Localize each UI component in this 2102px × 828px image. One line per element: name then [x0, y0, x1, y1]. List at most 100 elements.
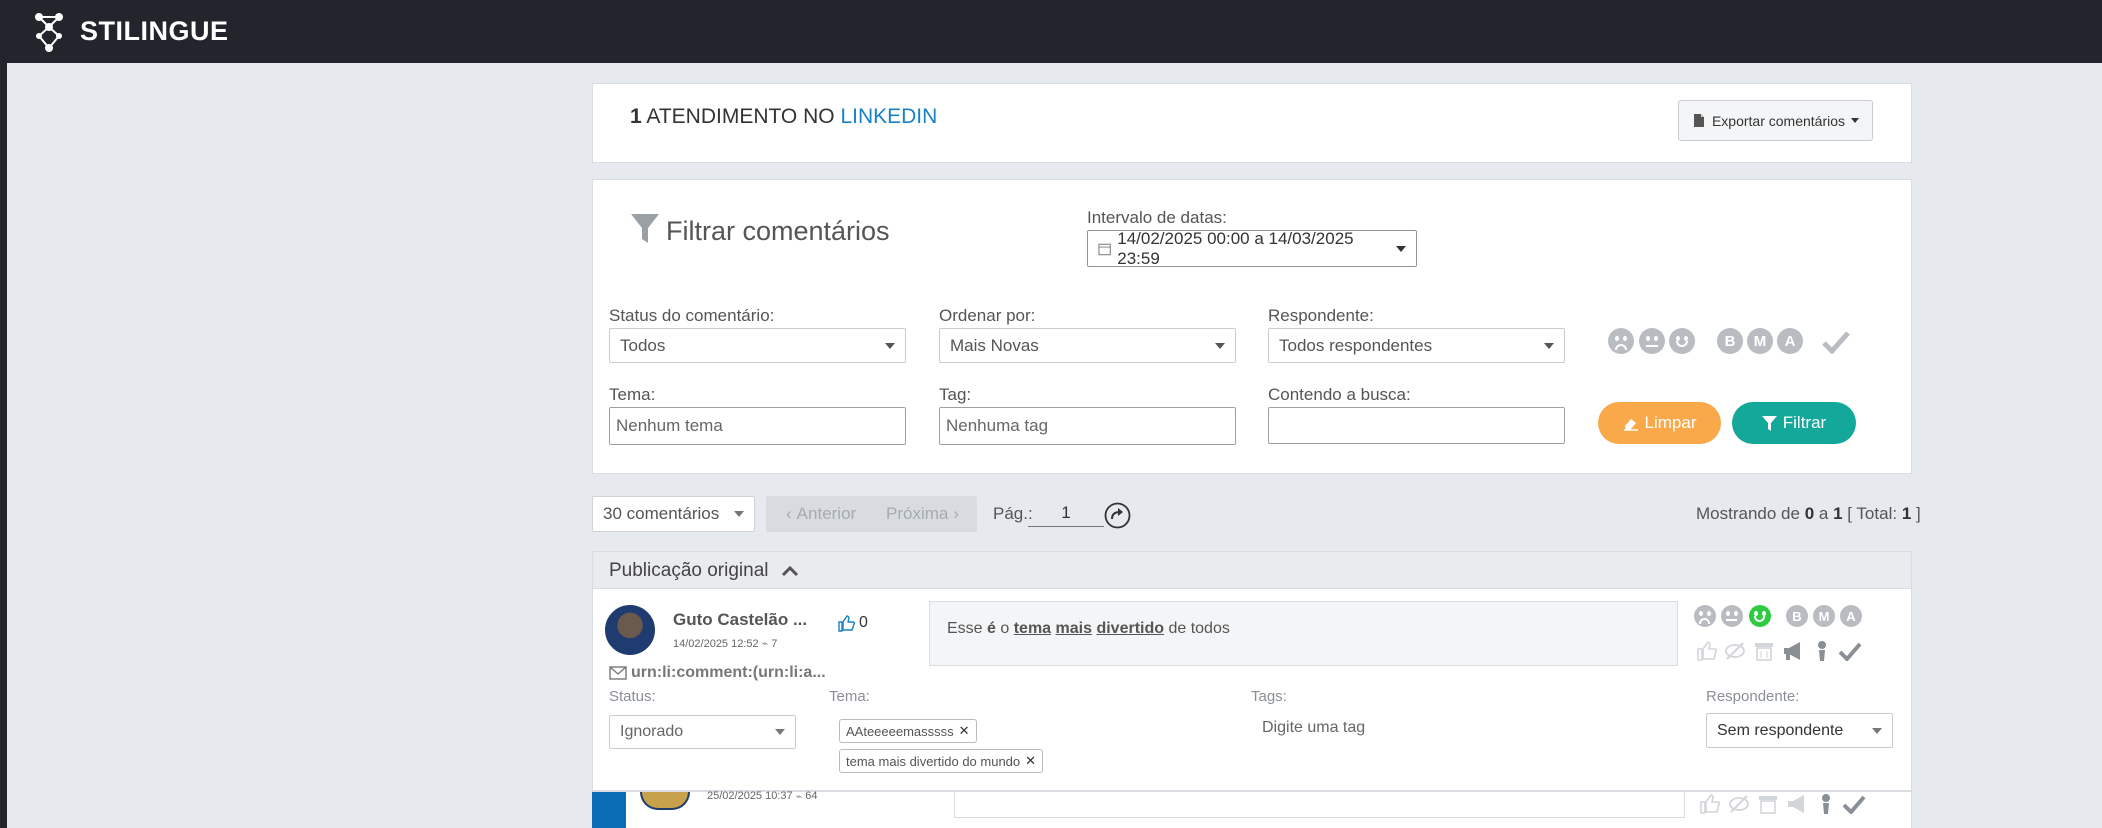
- chevron-down-icon: [1544, 342, 1554, 349]
- author-name[interactable]: Guto Castelão ...: [673, 610, 807, 630]
- theme-chip[interactable]: AAteeeeemasssss ✕: [839, 719, 977, 743]
- theme-label: Tema:: [609, 385, 656, 404]
- filter-title-text: Filtrar comentários: [666, 216, 890, 246]
- order-select[interactable]: Mais Novas: [939, 328, 1236, 363]
- title-text: ATENDIMENTO NO: [646, 105, 835, 128]
- comment-datetime: 14/02/2025 12:52: [673, 637, 759, 650]
- theme-chip[interactable]: tema mais divertido do mundo ✕: [839, 749, 1044, 773]
- export-label: Exportar comentários: [1711, 112, 1846, 129]
- next-label: Próxima: [886, 504, 949, 523]
- user-assign-icon[interactable]: [1818, 793, 1834, 815]
- network-name: LINKEDIN: [840, 105, 938, 128]
- brand-name: STILINGUE: [80, 16, 229, 46]
- next-comment-meta: 25/02/2025 10:37 ⌁ 64: [707, 790, 818, 803]
- archive-icon[interactable]: [1758, 794, 1778, 814]
- comment-urn[interactable]: urn:li:comment:(urn:li:a...: [609, 664, 826, 682]
- section-title-text: Publicação original: [609, 560, 769, 581]
- chevron-down-icon: [1872, 727, 1882, 734]
- priority-high-icon[interactable]: A: [1840, 605, 1862, 627]
- neutral-sentiment-icon[interactable]: [1639, 328, 1665, 354]
- search-input[interactable]: [1268, 407, 1565, 444]
- priority-low-icon[interactable]: B: [1717, 328, 1743, 354]
- eraser-icon: [1623, 418, 1638, 431]
- comment-status-value: Ignorado: [620, 723, 684, 740]
- page-number-input[interactable]: 1: [1028, 500, 1104, 527]
- tag-placeholder: Nenhuma tag: [946, 416, 1049, 435]
- date-range-picker[interactable]: 14/02/2025 00:00 a 14/03/2025 23:59: [1087, 229, 1417, 268]
- tag-input[interactable]: Nenhuma tag: [939, 407, 1236, 445]
- envelope-icon: [609, 666, 627, 680]
- chevron-down-icon: [885, 342, 895, 349]
- apply-filter-button[interactable]: Filtrar: [1732, 402, 1856, 444]
- filter-icon: [1761, 415, 1777, 431]
- megaphone-icon[interactable]: [1782, 640, 1806, 662]
- priority-medium-icon[interactable]: M: [1813, 605, 1835, 627]
- theme-chip-label: tema mais divertido do mundo: [846, 753, 1021, 769]
- positive-sentiment-active-icon[interactable]: [1749, 605, 1771, 627]
- like-action-icon[interactable]: [1697, 641, 1717, 661]
- previous-page-button[interactable]: ‹ Anterior: [786, 504, 856, 524]
- remove-icon[interactable]: ✕: [1025, 753, 1036, 769]
- comment-responder-label: Respondente:: [1706, 688, 1800, 705]
- clear-filters-button[interactable]: Limpar: [1598, 402, 1721, 444]
- negative-sentiment-icon[interactable]: [1608, 328, 1634, 354]
- comment-responder-value: Sem respondente: [1717, 721, 1844, 739]
- status-value: Todos: [620, 335, 666, 355]
- responder-select[interactable]: Todos respondentes: [1268, 328, 1565, 363]
- theme-input[interactable]: Nenhum tema: [609, 407, 906, 445]
- hide-icon[interactable]: [1724, 641, 1746, 661]
- reactions-count: 7: [771, 637, 778, 650]
- filter-label: Filtrar: [1782, 413, 1827, 432]
- filter-funnel-icon: [631, 213, 659, 243]
- chevron-down-icon: [1851, 118, 1860, 123]
- remove-icon[interactable]: ✕: [959, 723, 970, 739]
- likes-count: 0: [859, 614, 868, 631]
- export-comments-button[interactable]: Exportar comentários: [1678, 100, 1873, 141]
- checkmark-icon[interactable]: [1838, 641, 1862, 661]
- chevron-left-icon: ‹: [786, 504, 792, 523]
- checkmark-icon[interactable]: [1842, 794, 1866, 814]
- per-page-value: 30 comentários: [603, 504, 720, 523]
- hide-icon[interactable]: [1728, 794, 1750, 814]
- megaphone-icon[interactable]: [1786, 793, 1810, 815]
- theme-placeholder: Nenhum tema: [616, 416, 723, 435]
- status-label: Status do comentário:: [609, 306, 775, 325]
- thumbs-up-icon: [838, 614, 855, 632]
- status-select[interactable]: Todos: [609, 328, 906, 363]
- chevron-up-icon: [781, 565, 798, 577]
- positive-sentiment-icon[interactable]: [1669, 328, 1695, 354]
- comment-status-select[interactable]: Ignorado: [609, 715, 796, 749]
- per-page-select[interactable]: 30 comentários: [592, 496, 755, 532]
- highlight-word: mais: [1055, 620, 1092, 637]
- stilingue-logo-icon[interactable]: [30, 8, 68, 54]
- top-navbar: [0, 0, 2102, 63]
- go-to-page-icon[interactable]: [1104, 502, 1131, 529]
- tag-label: Tag:: [939, 385, 972, 404]
- archive-icon[interactable]: [1754, 641, 1774, 661]
- user-assign-icon[interactable]: [1814, 640, 1830, 662]
- priority-medium-icon[interactable]: M: [1747, 328, 1773, 354]
- responder-label: Respondente:: [1268, 306, 1374, 325]
- chevron-right-icon: ›: [953, 504, 960, 523]
- attendance-count: 1: [630, 105, 642, 128]
- next-page-button[interactable]: Próxima ›: [886, 504, 959, 524]
- negative-sentiment-icon[interactable]: [1694, 605, 1716, 627]
- comment-tags-label: Tags:: [1251, 688, 1287, 705]
- priority-low-icon[interactable]: B: [1786, 605, 1808, 627]
- filter-title: Filtrar comentários: [630, 210, 890, 247]
- reactions-icon: ⌁: [761, 638, 769, 650]
- comment-tags-input[interactable]: Digite uma tag: [1262, 719, 1365, 737]
- comment-status-label: Status:: [609, 688, 656, 705]
- section-title[interactable]: Publicação original: [609, 560, 799, 582]
- comment-responder-select[interactable]: Sem respondente: [1706, 713, 1893, 748]
- neutral-sentiment-icon[interactable]: [1721, 605, 1743, 627]
- priority-high-icon[interactable]: A: [1777, 328, 1803, 354]
- clear-label: Limpar: [1644, 413, 1697, 432]
- next-comment-marker: [592, 792, 626, 828]
- calendar-icon: [1098, 243, 1111, 255]
- checkmark-icon[interactable]: [1822, 330, 1850, 354]
- reactions-icon: ⌁: [795, 791, 803, 803]
- author-avatar[interactable]: [605, 605, 655, 655]
- like-action-icon[interactable]: [1700, 794, 1720, 814]
- order-value: Mais Novas: [950, 335, 1039, 355]
